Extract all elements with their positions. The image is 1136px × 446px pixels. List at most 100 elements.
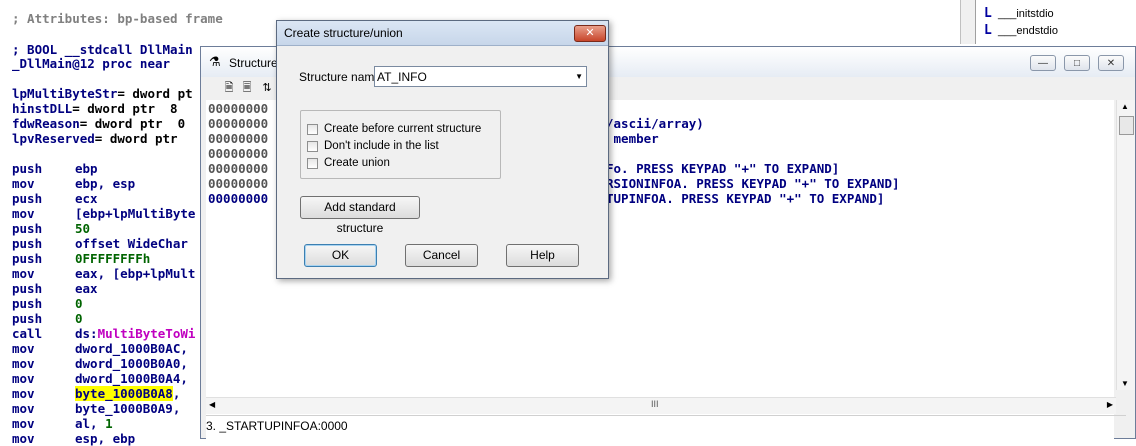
create-structure-dialog: Create structure/union ✕ Structure name … [276,20,609,279]
structure-line-text[interactable]: RSIONINFOA. PRESS KEYPAD "+" TO EXPAND] [606,176,900,191]
code-line[interactable]: mov dword_1000B0AC, [12,341,188,356]
structure-offset[interactable]: 00000000 [208,191,268,206]
code-line[interactable]: call ds:MultiByteToWi [12,326,195,341]
function-list[interactable]: L ___initstdio L ___endstdio [975,0,1136,44]
frame-comment: ; Attributes: bp-based frame [12,11,223,26]
code-line[interactable]: mov eax, [ebp+lpMult [12,266,195,281]
code-line[interactable]: mov ebp, esp [12,176,135,191]
checkbox-box[interactable] [307,141,318,152]
arg-line[interactable]: hinstDLL= dword ptr 8 [12,101,178,116]
code-line[interactable]: mov dword_1000B0A0, [12,356,188,371]
edit-structure-icon[interactable]: 🗏 [239,80,255,96]
scroll-grip[interactable]: III [651,399,659,409]
dialog-titlebar[interactable]: Create structure/union ✕ [277,21,608,46]
operand: ebp, esp [75,176,136,191]
sort-icon[interactable]: ⇅ [259,80,275,96]
checkbox-box[interactable] [307,158,318,169]
code-line[interactable]: push ebp [12,161,98,176]
structure-name-combo[interactable]: ▼ [374,66,587,87]
create-before-checkbox[interactable]: Create before current structure [307,123,497,137]
mnemonic: mov [12,176,35,191]
mnemonic: push [12,221,43,236]
operand: ecx [75,191,98,206]
structure-line-text[interactable]: /ascii/array) [606,116,704,131]
mnemonic: push [12,191,43,206]
create-union-checkbox[interactable]: Create union [307,157,497,171]
scroll-down-icon[interactable]: ▼ [1121,379,1129,388]
arg-line[interactable]: fdwReason= dword ptr 0 [12,116,185,131]
structure-offset[interactable]: 00000000 [208,146,268,161]
operand-var[interactable]: lpMult [150,266,195,281]
structure-line-text[interactable]: TUPINFOA. PRESS KEYPAD "+" TO EXPAND] [606,191,884,206]
code-line[interactable]: mov al, 1 [12,416,113,431]
dialog-close-button[interactable]: ✕ [574,25,606,42]
checkbox-label: Don't include in the list [324,140,439,152]
maximize-button[interactable]: □ [1064,55,1090,71]
new-structure-icon[interactable]: 🗎 [221,80,237,96]
mnemonic: push [12,281,43,296]
code-line[interactable]: mov byte_1000B0A9, [12,401,180,416]
operand: al, [75,416,106,431]
structure-name-input[interactable] [377,68,557,85]
code-line[interactable]: push 0 [12,296,83,311]
mnemonic: mov [12,356,35,371]
cancel-button[interactable]: Cancel [405,244,478,267]
operand: byte_1000B0A9, [75,401,181,416]
horizontal-scrollbar[interactable]: ◀ III ▶ [206,397,1116,414]
operand: offset WideChar [75,236,188,251]
code-line[interactable]: push 0 [12,311,83,326]
code-line[interactable]: push offset WideChar [12,236,188,251]
ok-button[interactable]: OK [304,244,377,267]
arg-name[interactable]: lpMultiByteStr [12,86,117,101]
scroll-left-icon[interactable]: ◀ [209,400,215,409]
scroll-right-icon[interactable]: ▶ [1107,400,1113,409]
help-button[interactable]: Help [506,244,579,267]
operand: ds: [75,326,98,341]
arg-name[interactable]: hinstDLL [12,101,72,116]
arg-name[interactable]: lpvReserved [12,131,95,146]
structure-offset[interactable]: 00000000 [208,161,268,176]
structure-offset[interactable]: 00000000 [208,116,268,131]
operand: , [172,386,181,401]
arg-type: = dword ptr 8 [72,101,178,116]
structure-offset[interactable]: 00000000 [208,101,268,116]
scroll-up-icon[interactable]: ▲ [1121,102,1129,111]
scrollbar-thumb[interactable] [1119,116,1134,135]
structure-line-text[interactable]: Fo. PRESS KEYPAD "+" TO EXPAND] [606,161,839,176]
code-line[interactable]: push 0FFFFFFFFh [12,251,150,266]
code-line[interactable]: push ecx [12,191,98,206]
operand-var[interactable]: lpMultiByte [113,206,196,221]
proc-label[interactable]: _DllMain@12 proc near [12,56,170,71]
structure-offset[interactable]: 00000000 [208,131,268,146]
library-function-icon: L [984,23,992,38]
code-line[interactable]: mov dword_1000B0A4, [12,371,188,386]
arg-name[interactable]: fdwReason [12,116,80,131]
status-text: 3. _STARTUPINFOA:0000 [206,419,348,433]
mnemonic: push [12,311,43,326]
dropdown-arrow-icon[interactable]: ▼ [575,72,583,81]
code-line[interactable]: mov [ebp+lpMultiByte [12,206,195,221]
minimize-button[interactable]: — [1030,55,1056,71]
mnemonic: push [12,296,43,311]
structure-line-text[interactable]: member [606,131,659,146]
function-item[interactable]: L ___initstdio [984,6,1054,21]
close-button[interactable]: ✕ [1098,55,1124,71]
code-line[interactable]: push eax [12,281,98,296]
import-name[interactable]: MultiByteToWi [98,326,196,341]
mnemonic: mov [12,266,35,281]
highlighted-operand[interactable]: byte_1000B0A8 [75,386,173,401]
vertical-scrollbar[interactable]: ▲ ▼ [1116,100,1135,390]
mnemonic: mov [12,206,35,221]
arg-line[interactable]: lpMultiByteStr= dword pt [12,86,193,101]
mnemonic: push [12,161,43,176]
function-item[interactable]: L ___endstdio [984,23,1058,38]
add-standard-structure-button[interactable]: Add standard structure [300,196,420,235]
structure-offset[interactable]: 00000000 [208,176,268,191]
checkbox-box[interactable] [307,124,318,135]
code-line[interactable]: mov byte_1000B0A8, [12,386,180,401]
checkbox-label: Create before current structure [324,123,482,135]
code-line[interactable]: push 50 [12,221,90,236]
mnemonic: mov [12,371,35,386]
arg-line[interactable]: lpvReserved= dword ptr [12,131,178,146]
dont-include-checkbox[interactable]: Don't include in the list [307,140,497,154]
